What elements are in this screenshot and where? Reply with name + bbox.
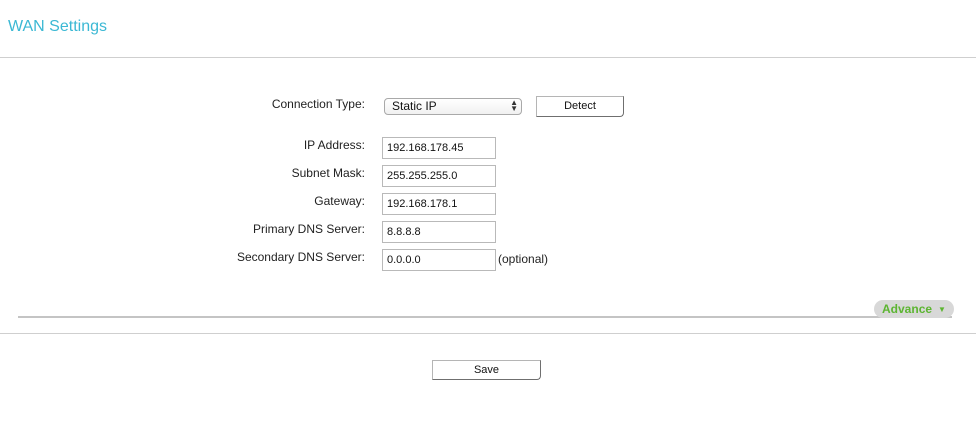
ip-address-label: IP Address: (303, 138, 365, 152)
connection-type-label: Connection Type: (271, 97, 365, 111)
caret-down-icon: ▼ (938, 305, 946, 314)
wan-settings-page: WAN Settings Connection Type: Static IP … (0, 0, 976, 434)
save-button[interactable]: Save (432, 360, 541, 380)
detect-button[interactable]: Detect (536, 96, 624, 117)
page-title: WAN Settings (8, 18, 107, 35)
primary-dns-label: Primary DNS Server: (252, 222, 365, 236)
ip-address-field[interactable]: 192.168.178.45 (382, 137, 496, 159)
secondary-dns-field[interactable]: 0.0.0.0 (382, 249, 496, 271)
secondary-dns-label: Secondary DNS Server: (236, 250, 365, 264)
select-updown-icon: ▲ ▼ (510, 98, 518, 113)
subnet-mask-field[interactable]: 255.255.255.0 (382, 165, 496, 187)
connection-type-select[interactable]: Static IP ▲ ▼ (384, 98, 522, 115)
divider-top (0, 57, 976, 58)
advance-divider (18, 316, 952, 318)
connection-type-value: Static IP (392, 99, 437, 113)
subnet-mask-label: Subnet Mask: (291, 166, 365, 180)
advance-toggle-button[interactable]: Advance ▼ (874, 300, 954, 318)
gateway-label: Gateway: (314, 194, 365, 208)
gateway-field[interactable]: 192.168.178.1 (382, 193, 496, 215)
advance-label: Advance (882, 302, 933, 316)
divider-bottom (0, 333, 976, 334)
primary-dns-field[interactable]: 8.8.8.8 (382, 221, 496, 243)
optional-hint: (optional) (498, 252, 549, 266)
